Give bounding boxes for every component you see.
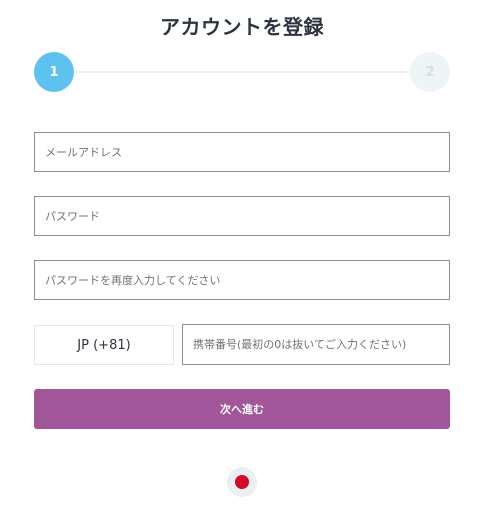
password-input[interactable]: [45, 209, 449, 223]
password-confirm-input[interactable]: [45, 273, 449, 287]
phone-input[interactable]: [193, 338, 449, 351]
email-field[interactable]: [34, 132, 450, 172]
step-1-indicator: 1: [34, 52, 74, 92]
password-field[interactable]: [34, 196, 450, 236]
next-button[interactable]: 次へ進む: [34, 389, 450, 429]
registration-page: アカウントを登録 1 2 JP (+81) 次へ進む: [0, 0, 477, 512]
step-progress: 1 2: [34, 52, 450, 92]
japan-flag-icon: [235, 475, 249, 489]
password-confirm-field[interactable]: [34, 260, 450, 300]
step-2-indicator: 2: [410, 52, 450, 92]
page-title: アカウントを登録: [160, 15, 324, 39]
language-selector[interactable]: [227, 467, 257, 497]
step-connector-line: [74, 71, 410, 73]
country-code-select[interactable]: JP (+81): [34, 325, 174, 365]
phone-field[interactable]: [182, 324, 450, 365]
email-input[interactable]: [45, 145, 449, 159]
